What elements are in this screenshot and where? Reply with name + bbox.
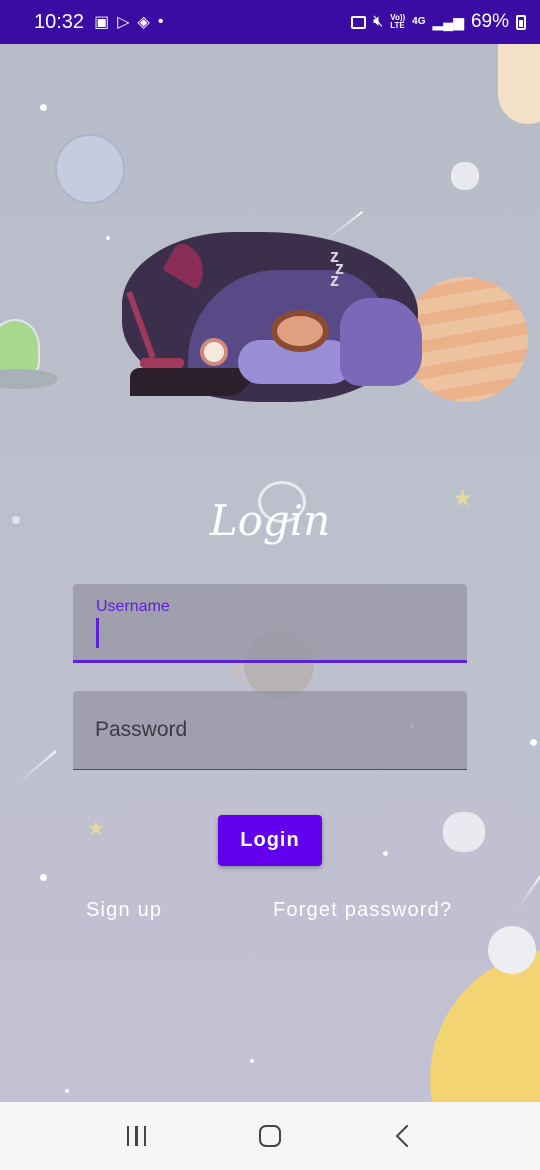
shooting-star — [517, 874, 540, 908]
username-input[interactable] — [95, 618, 445, 648]
star — [530, 739, 537, 746]
zzz-icon: z zz — [330, 246, 345, 290]
robot — [488, 926, 536, 974]
volte-indicator: Vo)) LTE — [390, 13, 406, 30]
text-cursor — [96, 618, 99, 648]
battery-percent: 69% — [470, 11, 509, 32]
system-nav-bar — [0, 1102, 540, 1170]
page-title: Login — [209, 496, 331, 545]
star — [40, 104, 47, 111]
gallery-icon: ▣ — [94, 14, 110, 31]
sleeping-illustration: z zz — [118, 228, 428, 410]
home-icon — [258, 1125, 281, 1147]
data-type-indicator: 4G — [412, 16, 426, 27]
alarm-clock-icon — [200, 338, 228, 366]
login-button[interactable]: Login — [218, 815, 322, 866]
username-label: Username — [96, 598, 170, 615]
shooting-star — [17, 750, 57, 784]
back-button[interactable] — [373, 1116, 433, 1156]
star — [383, 851, 388, 856]
status-time: 10:32 — [34, 10, 85, 33]
blanket — [340, 298, 422, 386]
forget-password-link[interactable]: Forget password? — [273, 899, 452, 922]
username-field[interactable]: Username — [73, 584, 467, 663]
star — [106, 236, 110, 240]
home-button[interactable] — [240, 1116, 300, 1156]
star-shape: ★ — [87, 818, 105, 840]
rocket — [498, 44, 540, 124]
asteroid — [443, 812, 485, 852]
yellow-moon — [430, 949, 540, 1102]
star — [250, 1059, 254, 1063]
alien-ufo — [0, 319, 60, 414]
star — [12, 516, 20, 524]
star-shape: ★ — [452, 485, 474, 512]
cratered-moon — [55, 134, 125, 204]
notification-dot-icon: • — [157, 13, 164, 30]
asteroid — [451, 162, 479, 190]
status-bar: 10:32 ▣ ▷ ◈ • 🔇︎ Vo)) LTE 4G ▂▄▆ 69% — [0, 0, 540, 44]
back-icon — [395, 1124, 419, 1148]
sign-up-link[interactable]: Sign up — [86, 899, 162, 922]
play-store-icon: ▷ — [117, 14, 130, 31]
mute-icon: 🔇︎ — [373, 13, 384, 30]
nightstand — [130, 368, 254, 396]
sleeping-person — [271, 310, 329, 352]
battery-icon — [516, 14, 526, 30]
star — [65, 1089, 69, 1093]
signal-icon: ▂▄▆ — [432, 13, 464, 30]
password-input[interactable] — [95, 715, 445, 745]
recents-button[interactable] — [107, 1116, 167, 1156]
password-field[interactable] — [73, 691, 467, 770]
battery-saver-icon — [351, 15, 367, 29]
recents-icon — [126, 1126, 147, 1146]
space-background: ★ ★ — [0, 44, 540, 1102]
star — [40, 874, 47, 881]
app-icon: ◈ — [137, 14, 150, 31]
